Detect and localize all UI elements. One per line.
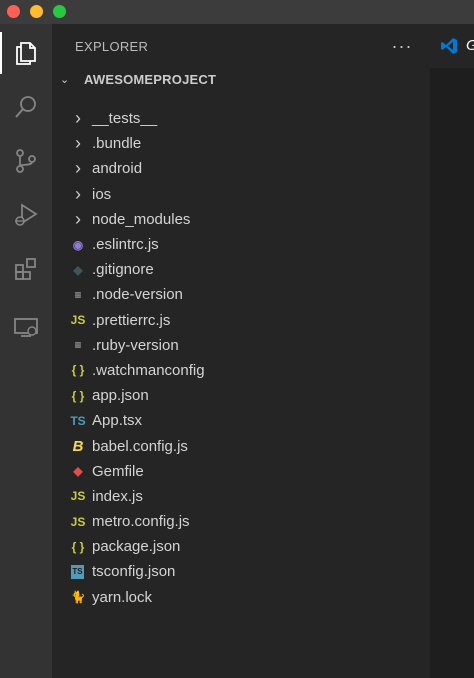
activity-extensions[interactable] [0,244,52,294]
folder-item[interactable]: › .bundle [52,131,430,156]
item-label: .ruby-version [92,336,179,354]
tsconfig-icon: TS [71,564,84,579]
text-file-icon: ≡ [74,338,82,353]
item-label: .bundle [92,135,142,153]
file-item[interactable]: { } package.json [52,534,430,559]
item-label: android [92,160,143,178]
chevron-right-icon: › [75,158,81,179]
json-icon: { } [71,363,85,378]
file-item[interactable]: ◆ .gitignore [52,257,430,282]
ruby-icon: ◆ [73,464,83,479]
file-item[interactable]: ◆ Gemfile [52,459,430,484]
item-label: index.js [92,487,143,505]
editor-tab[interactable]: G [430,24,474,68]
item-label: .gitignore [92,261,154,279]
item-label: __tests__ [92,110,158,128]
javascript-icon: JS [70,489,86,504]
item-label: babel.config.js [92,437,188,455]
json-icon: { } [71,539,85,554]
file-item[interactable]: TS App.tsx [52,408,430,433]
extensions-icon [15,258,36,280]
zoom-window-button[interactable] [53,5,66,18]
remote-explorer-icon [14,318,38,337]
activity-run-debug[interactable] [0,190,52,240]
activity-explorer[interactable] [0,28,52,78]
item-label: App.tsx [92,412,143,430]
file-item[interactable]: Bbabel.config.js [52,433,430,458]
chevron-right-icon: › [75,133,81,154]
file-item[interactable]: 🐈 yarn.lock [52,585,430,610]
chevron-right-icon: › [75,108,81,129]
file-item[interactable]: JS index.js [52,484,430,509]
close-window-button[interactable] [7,5,20,18]
item-label: .prettierrc.js [92,311,171,329]
file-item[interactable]: JS metro.config.js [52,509,430,534]
chevron-down-icon: ⌄ [60,73,70,86]
folder-item[interactable]: › ios [52,182,430,207]
file-item[interactable]: JS .prettierrc.js [52,308,430,333]
item-label: node_modules [92,210,191,228]
chevron-right-icon: › [75,183,81,204]
folder-item[interactable]: › node_modules [52,207,430,232]
eslint-icon: ◉ [72,237,84,252]
file-item[interactable]: TS tsconfig.json [52,559,430,584]
file-item[interactable]: ≡ .node-version [52,282,430,307]
window-titlebar [0,0,474,24]
item-label: tsconfig.json [92,563,176,581]
text-file-icon: ≡ [74,287,82,302]
more-actions-icon[interactable]: ··· [390,32,414,60]
item-label: package.json [92,538,181,556]
sidebar-title: EXPLORER [75,39,149,54]
activity-remote-explorer[interactable] [0,302,52,352]
project-name: AWESOMEPROJECT [84,71,217,87]
item-label: Gemfile [92,462,144,480]
explorer-icon [16,42,36,65]
folder-item[interactable]: › __tests__ [52,106,430,131]
item-label: .watchmanconfig [92,361,205,379]
javascript-icon: JS [70,313,86,328]
file-tree: › __tests__ › .bundle › android › ios › node_modu… [52,106,430,610]
minimize-window-button[interactable] [30,5,43,18]
editor-area: G [430,24,474,678]
folder-item[interactable]: › android [52,156,430,181]
item-label: metro.config.js [92,513,190,531]
json-icon: { } [71,388,85,403]
activity-bar [0,24,52,678]
run-debug-icon [15,203,38,226]
file-item[interactable]: ≡ .ruby-version [52,333,430,358]
explorer-sidebar: EXPLORER ··· ⌄ AWESOMEPROJECT › __tests__… [52,24,430,678]
typescript-icon: TS [70,413,86,428]
project-folder-header[interactable]: ⌄ AWESOMEPROJECT [52,68,430,90]
item-label: app.json [92,387,149,405]
file-item[interactable]: ◉ .eslintrc.js [52,232,430,257]
javascript-icon: JS [70,514,86,529]
search-icon [15,96,36,118]
item-label: ios [92,185,112,203]
editor-tab-label: G [466,37,474,54]
git-icon: ◆ [73,262,83,277]
activity-source-control[interactable] [0,136,52,186]
item-label: .node-version [92,286,183,304]
yarn-icon: 🐈 [70,590,86,605]
source-control-icon [16,149,36,173]
item-label: yarn.lock [92,588,153,606]
file-item[interactable]: { } app.json [52,383,430,408]
babel-icon: B [72,437,84,455]
activity-search[interactable] [0,82,52,132]
sidebar-header: EXPLORER ··· [52,24,430,68]
vscode-icon [441,38,457,54]
chevron-right-icon: › [75,208,81,229]
file-item[interactable]: { } .watchmanconfig [52,358,430,383]
item-label: .eslintrc.js [92,236,159,254]
